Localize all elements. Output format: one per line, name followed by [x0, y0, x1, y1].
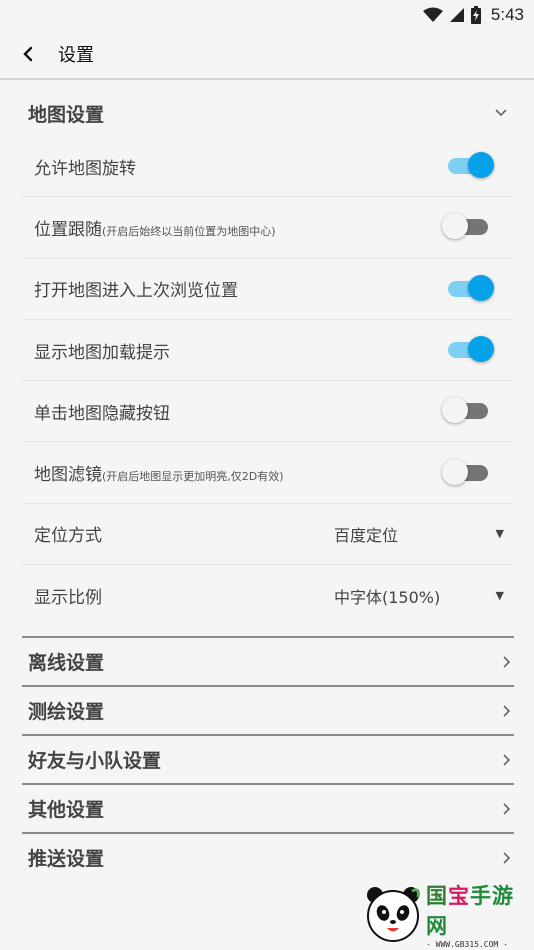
- setting-row-follow-location[interactable]: 位置跟随(开启后始终以当前位置为地图中心): [22, 197, 514, 259]
- load-hint-toggle[interactable]: [442, 336, 494, 364]
- rotation-toggle[interactable]: [442, 152, 494, 180]
- select-value: 中字体(150%): [334, 587, 441, 607]
- status-bar: 5:43: [0, 0, 534, 30]
- wifi-icon: [422, 7, 443, 22]
- section-surveying[interactable]: 测绘设置: [22, 685, 514, 734]
- setting-label: 打开地图进入上次浏览位置: [34, 281, 238, 302]
- chevron-right-icon: [503, 704, 511, 717]
- setting-label: 显示比例: [34, 588, 102, 609]
- follow-location-toggle[interactable]: [442, 213, 494, 241]
- setting-row-tap-hide-buttons[interactable]: 单击地图隐藏按钮: [22, 381, 514, 443]
- panda-logo-icon: [362, 883, 424, 945]
- setting-label: 显示地图加载提示: [34, 342, 170, 363]
- back-arrow-icon: [23, 46, 33, 62]
- chevron-right-icon: [503, 753, 511, 766]
- section-label: 好友与小队设置: [28, 750, 162, 772]
- map-settings-list: 允许地图旋转 位置跟随(开启后始终以当前位置为地图中心) 打开地图进入上次浏览位…: [22, 136, 514, 626]
- signal-icon: [449, 8, 464, 22]
- setting-label: 单击地图隐藏按钮: [34, 403, 170, 424]
- watermark-logo: 国宝手游网 - WWW.GB315.COM -: [362, 882, 528, 949]
- section-other[interactable]: 其他设置: [22, 783, 514, 832]
- setting-row-location-method[interactable]: 定位方式 百度定位 ▼: [22, 504, 514, 566]
- map-settings-title: 地图设置: [28, 103, 105, 126]
- battery-charging-icon: [470, 6, 481, 24]
- setting-row-allow-rotation[interactable]: 允许地图旋转: [22, 136, 514, 198]
- setting-sublabel: (开启后地图显示更加明亮,仅2D有效): [102, 470, 284, 484]
- setting-label: 地图滤镜: [34, 465, 102, 486]
- section-friends-team[interactable]: 好友与小队设置: [22, 734, 514, 783]
- setting-label: 位置跟随: [34, 219, 102, 240]
- dropdown-caret-icon: ▼: [495, 589, 504, 603]
- chevron-right-icon: [503, 851, 511, 864]
- chevron-right-icon: [503, 655, 511, 668]
- restore-last-view-toggle[interactable]: [442, 274, 494, 303]
- section-push[interactable]: 推送设置: [22, 832, 514, 881]
- display-scale-select[interactable]: 中字体(150%) ▼: [334, 584, 504, 608]
- setting-label: 定位方式: [34, 526, 102, 547]
- back-button[interactable]: [0, 29, 56, 79]
- setting-row-load-hint[interactable]: 显示地图加载提示: [22, 320, 514, 382]
- status-time: 5:43: [490, 5, 524, 24]
- setting-row-map-filter[interactable]: 地图滤镜(开启后地图显示更加明亮,仅2D有效): [22, 442, 514, 504]
- map-settings-header[interactable]: 地图设置: [22, 90, 514, 136]
- section-offline[interactable]: 离线设置: [22, 636, 514, 685]
- setting-sublabel: (开启后始终以当前位置为地图中心): [102, 224, 276, 238]
- setting-row-restore-last-view[interactable]: 打开地图进入上次浏览位置: [22, 259, 514, 320]
- app-bar: 设置: [0, 30, 534, 80]
- tap-hide-buttons-toggle[interactable]: [442, 397, 494, 425]
- watermark-brand: 国宝手游网: [426, 883, 514, 938]
- map-filter-toggle[interactable]: [442, 458, 494, 487]
- watermark-url: - WWW.GB315.COM -: [426, 939, 508, 949]
- chevron-down-icon: [494, 108, 508, 118]
- settings-sections: 离线设置 测绘设置 好友与小队设置 其他设置 推送设置: [22, 636, 514, 881]
- location-method-select[interactable]: 百度定位 ▼: [334, 522, 504, 546]
- chevron-right-icon: [503, 802, 511, 815]
- section-label: 其他设置: [28, 799, 105, 821]
- dropdown-caret-icon: ▼: [495, 527, 504, 541]
- select-value: 百度定位: [334, 525, 399, 545]
- page-title: 设置: [58, 45, 94, 66]
- section-label: 测绘设置: [28, 701, 105, 723]
- section-label: 推送设置: [28, 848, 105, 870]
- setting-label: 允许地图旋转: [34, 158, 136, 179]
- section-label: 离线设置: [28, 652, 105, 674]
- setting-row-display-scale[interactable]: 显示比例 中字体(150%) ▼: [22, 565, 514, 626]
